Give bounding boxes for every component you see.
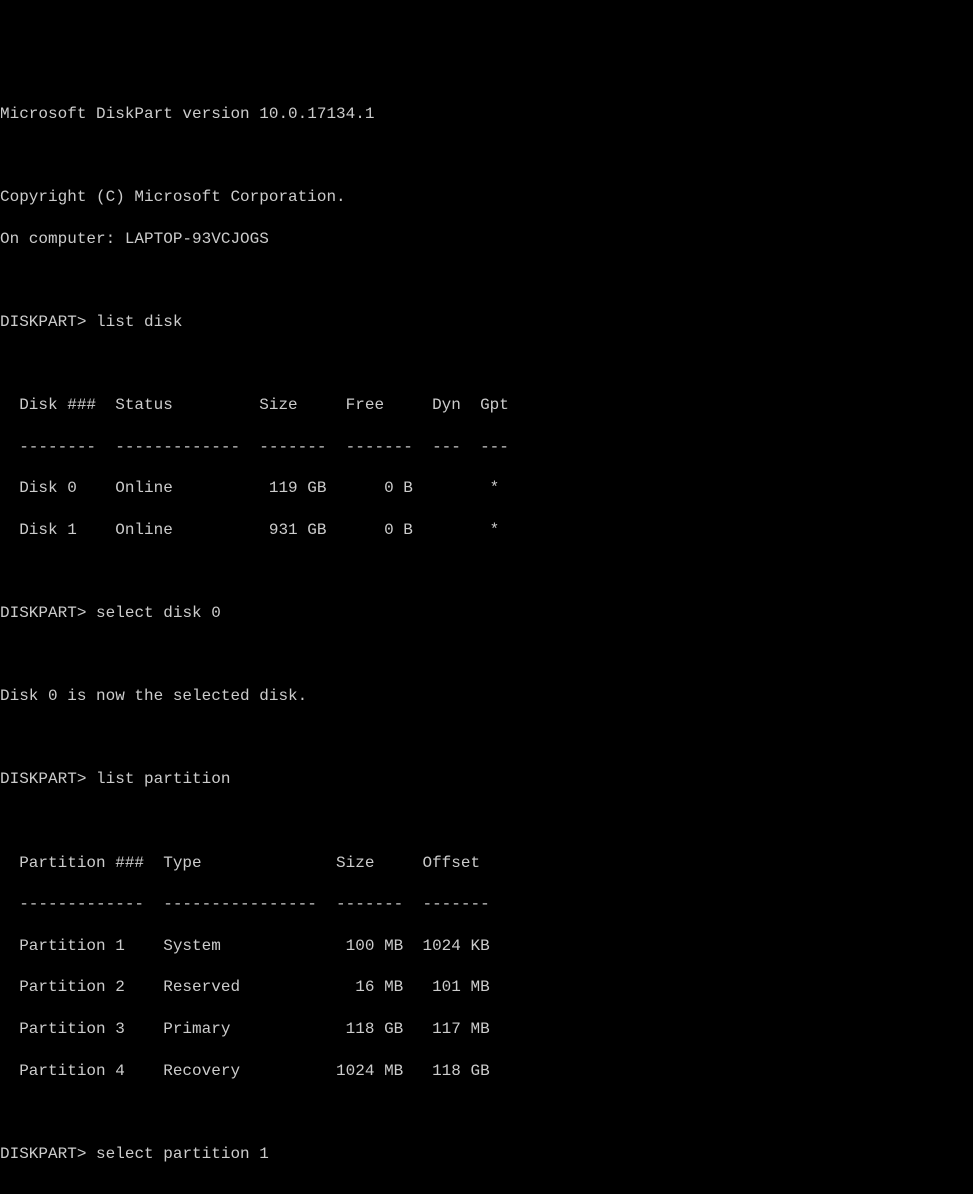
prompt: DISKPART> <box>0 770 86 788</box>
command-text: list partition <box>96 770 230 788</box>
prompt: DISKPART> <box>0 604 86 622</box>
partition-table-row: Partition 1 System 100 MB 1024 KB <box>0 936 973 957</box>
blank-line <box>0 1102 973 1123</box>
command-text: list disk <box>96 313 182 331</box>
command-line: DISKPART> select disk 0 <box>0 603 973 624</box>
response-line: Disk 0 is now the selected disk. <box>0 686 973 707</box>
blank-line <box>0 146 973 167</box>
command-line: DISKPART> select partition 1 <box>0 1144 973 1165</box>
disk-table-header: Disk ### Status Size Free Dyn Gpt <box>0 395 973 416</box>
terminal-output[interactable]: Microsoft DiskPart version 10.0.17134.1 … <box>0 83 973 1194</box>
blank-line <box>0 1185 973 1194</box>
blank-line <box>0 645 973 666</box>
command-line: DISKPART> list partition <box>0 769 973 790</box>
partition-table-row: Partition 4 Recovery 1024 MB 118 GB <box>0 1061 973 1082</box>
computer-line: On computer: LAPTOP-93VCJOGS <box>0 229 973 250</box>
command-text: select partition 1 <box>96 1145 269 1163</box>
partition-table-header: Partition ### Type Size Offset <box>0 853 973 874</box>
blank-line <box>0 728 973 749</box>
blank-line <box>0 354 973 375</box>
partition-table-row: Partition 2 Reserved 16 MB 101 MB <box>0 977 973 998</box>
blank-line <box>0 811 973 832</box>
disk-table-separator: -------- ------------- ------- ------- -… <box>0 437 973 458</box>
prompt: DISKPART> <box>0 1145 86 1163</box>
command-line: DISKPART> list disk <box>0 312 973 333</box>
copyright-line: Copyright (C) Microsoft Corporation. <box>0 187 973 208</box>
blank-line <box>0 562 973 583</box>
command-text: select disk 0 <box>96 604 221 622</box>
prompt: DISKPART> <box>0 313 86 331</box>
disk-table-row: Disk 0 Online 119 GB 0 B * <box>0 478 973 499</box>
blank-line <box>0 270 973 291</box>
version-line: Microsoft DiskPart version 10.0.17134.1 <box>0 104 973 125</box>
partition-table-row: Partition 3 Primary 118 GB 117 MB <box>0 1019 973 1040</box>
partition-table-separator: ------------- ---------------- ------- -… <box>0 894 973 915</box>
disk-table-row: Disk 1 Online 931 GB 0 B * <box>0 520 973 541</box>
